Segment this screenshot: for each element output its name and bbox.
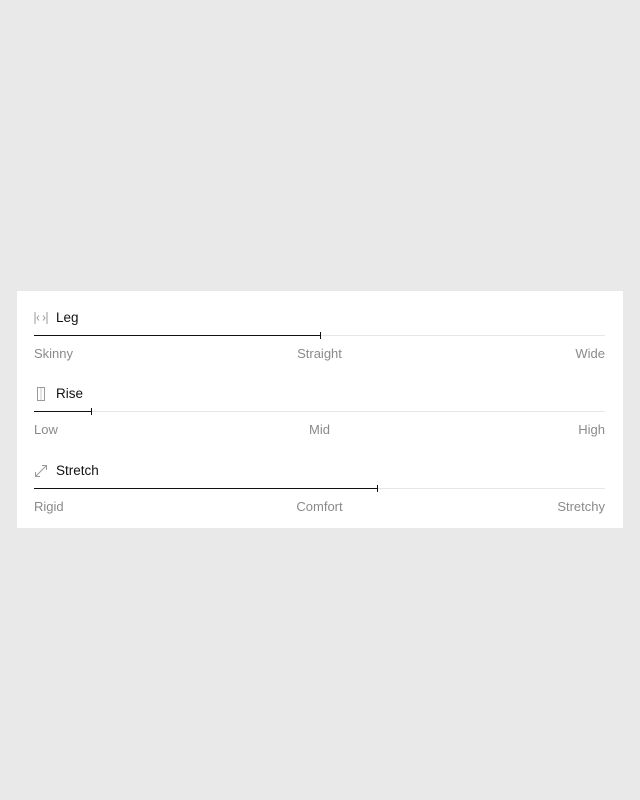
scale-low-label: Low [34, 422, 58, 437]
scale-high-label: Stretchy [557, 499, 605, 514]
attribute-header: Rise [34, 384, 83, 404]
scale-mid-label: Straight [297, 346, 342, 361]
attribute-fill [34, 485, 378, 492]
stretch-icon [34, 464, 48, 478]
attribute-track [34, 408, 605, 415]
attribute-track [34, 485, 605, 492]
attribute-header: Leg [34, 308, 79, 328]
attribute-marker [91, 408, 93, 415]
attribute-marker [319, 332, 321, 339]
fit-attributes-card: Leg Skinny Straight Wide Rise Low Mid Hi… [17, 291, 623, 528]
scale-high-label: Wide [575, 346, 605, 361]
rise-icon [34, 387, 48, 401]
leg-width-icon [34, 311, 48, 325]
scale-mid-label: Mid [309, 422, 330, 437]
attribute-scale: Rigid Comfort Stretchy [34, 499, 605, 517]
attribute-title: Stretch [56, 463, 99, 478]
attribute-fill [34, 332, 321, 339]
scale-low-label: Skinny [34, 346, 74, 361]
attribute-title: Rise [56, 386, 84, 401]
scale-low-label: Rigid [34, 499, 64, 514]
scale-high-label: High [578, 422, 605, 437]
attribute-fill [34, 408, 93, 415]
attribute-scale: Low Mid High [34, 422, 605, 440]
attribute-scale: Skinny Straight Wide [34, 346, 605, 364]
attribute-title: Leg [56, 310, 79, 325]
attribute-header: Stretch [34, 461, 99, 481]
attribute-track [34, 332, 605, 339]
scale-mid-label: Comfort [296, 499, 343, 514]
attribute-marker [376, 485, 378, 492]
